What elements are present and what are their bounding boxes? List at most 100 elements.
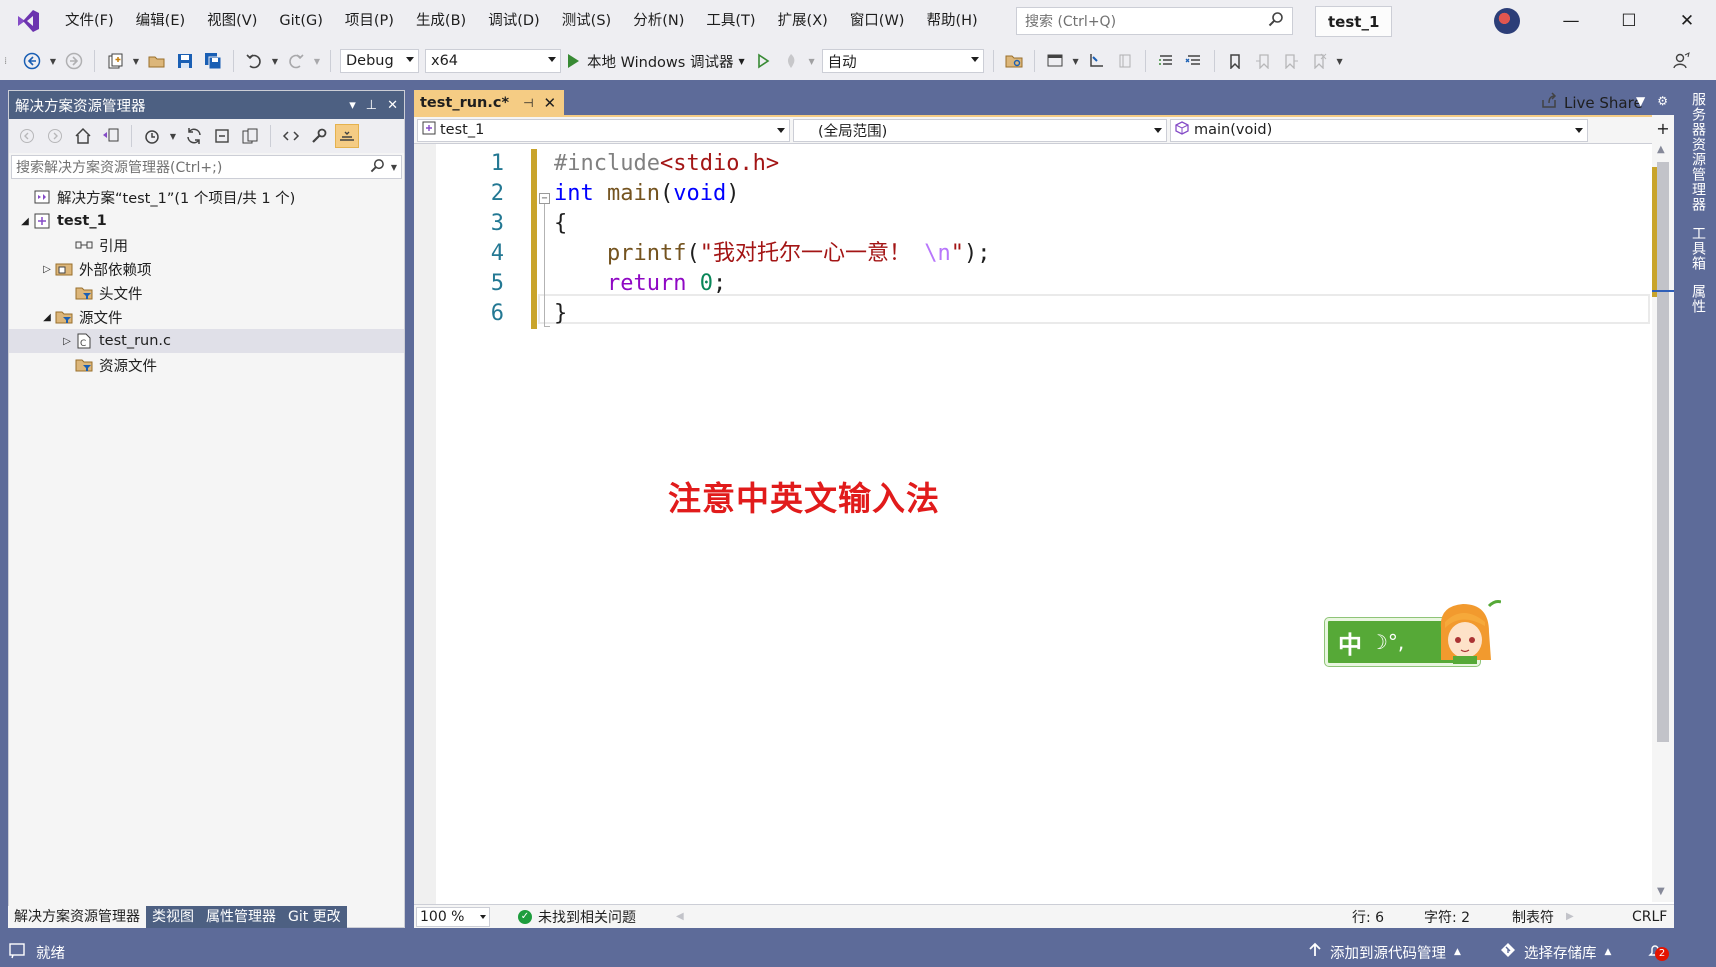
split-editor-icon[interactable]: + [1652,115,1674,142]
auto-select[interactable]: 自动 [821,49,984,73]
toolbar-overflow-icon[interactable]: ▼ [1335,49,1345,73]
uncomment-lines-icon[interactable] [1182,49,1206,73]
ime-status-widget[interactable]: 中 ☽°, [1325,598,1510,668]
tree-item-1[interactable]: ◢ test_1 [9,209,404,233]
tree-item-7[interactable]: 资源文件 [9,353,404,377]
window-layout-icon[interactable] [1043,49,1067,73]
search-options-dropdown-icon[interactable]: ▼ [391,163,397,172]
menu-item-0[interactable]: 文件(F) [54,0,125,42]
view-code-icon[interactable] [279,124,303,148]
menu-item-9[interactable]: 工具(T) [695,0,766,42]
code-line[interactable]: 4 printf("我对托尔一心一意！ \n"); [414,239,1650,269]
outlining-collapse-icon[interactable]: − [539,193,550,204]
search-input[interactable]: 搜索 (Ctrl+Q) [1016,7,1293,35]
undo-icon[interactable] [242,49,266,73]
menu-item-2[interactable]: 视图(V) [196,0,268,42]
tree-item-5[interactable]: ◢ 源文件 [9,305,404,329]
properties-tab[interactable]: 属性 [1688,284,1708,314]
visual-studio-logo-icon[interactable] [14,7,42,35]
zoom-select[interactable]: 100 % [416,906,490,927]
pin-tab-icon[interactable]: ⊣ [523,96,533,110]
comment-lines-icon[interactable] [1154,49,1178,73]
menu-item-1[interactable]: 编辑(E) [125,0,196,42]
vertical-scrollbar[interactable]: ▲ ▼ [1652,142,1674,902]
menu-item-5[interactable]: 生成(B) [405,0,477,42]
step-into-icon[interactable] [1085,49,1109,73]
menu-item-3[interactable]: Git(G) [268,0,334,42]
tree-item-4[interactable]: 头文件 [9,281,404,305]
auto-hide-pin-icon[interactable]: ⊥ [366,98,377,113]
dropdown-arrow-icon[interactable]: ▼ [270,49,280,73]
code-line[interactable]: 6} [414,299,1650,329]
add-to-source-control-button[interactable]: 添加到源代码管理 ▲ [1308,942,1461,963]
menu-item-8[interactable]: 分析(N) [622,0,695,42]
switch-views-icon[interactable] [99,124,123,148]
tree-item-6[interactable]: ▷ Ctest_run.c [9,329,404,353]
feedback-person-icon[interactable] [1670,49,1694,73]
panel-tab-1[interactable]: 类视图 [146,906,200,928]
code-line[interactable]: 5 return 0; [414,269,1650,299]
project-nav-select[interactable]: test_1 [417,118,790,142]
expand-toggle-icon[interactable]: ◢ [39,312,55,323]
menu-item-7[interactable]: 测试(S) [551,0,623,42]
dropdown-arrow-icon[interactable]: ▼ [168,124,178,148]
menu-item-4[interactable]: 项目(P) [334,0,405,42]
scroll-left-icon[interactable]: ◀ [676,911,684,922]
close-window-button[interactable]: ✕ [1658,0,1716,42]
settings-gear-icon[interactable]: ⚙ [1657,94,1668,108]
scroll-right-icon[interactable]: ▶ [1566,911,1574,922]
scrollbar-thumb[interactable] [1657,162,1669,742]
dropdown-arrow-icon[interactable]: ▼ [48,49,58,73]
document-tab-test-run[interactable]: test_run.c* ⊣ ✕ [414,90,565,115]
new-item-icon[interactable] [103,49,127,73]
dropdown-arrow-icon[interactable]: ▼ [1071,49,1081,73]
expand-toggle-icon[interactable]: ◢ [17,216,33,227]
panel-tab-3[interactable]: Git 更改 [282,906,347,928]
menu-item-10[interactable]: 扩展(X) [767,0,839,42]
code-text-area[interactable]: 1 #include<stdio.h> 2 int main(void) 3{4 pri… [414,144,1650,904]
notifications-button[interactable]: 2 [1646,942,1669,962]
sync-icon[interactable] [182,124,206,148]
solution-search-input[interactable]: 搜索解决方案资源管理器(Ctrl+;) ▼ [11,155,402,179]
scroll-down-icon[interactable]: ▼ [1657,886,1665,897]
code-line[interactable]: 1 #include<stdio.h> [414,149,1650,179]
show-all-files-icon[interactable] [238,124,262,148]
line-ending-indicator[interactable]: CRLF [1632,909,1667,925]
account-avatar[interactable] [1494,8,1520,34]
pending-changes-filter-icon[interactable] [140,124,164,148]
toolbox-tab[interactable]: 工具箱 [1688,226,1708,271]
platform-select[interactable]: x64 [425,49,561,73]
properties-wrench-icon[interactable] [307,124,331,148]
open-folder-icon[interactable] [145,49,169,73]
scroll-up-icon[interactable]: ▲ [1657,144,1665,155]
panel-tab-0[interactable]: 解决方案资源管理器 [8,906,146,928]
preview-selected-items-icon[interactable] [335,124,359,148]
code-line[interactable]: 2 int main(void) [414,179,1650,209]
panel-tab-2[interactable]: 属性管理器 [200,906,282,928]
close-panel-icon[interactable]: ✕ [387,98,398,113]
maximize-button[interactable]: ☐ [1600,0,1658,42]
start-without-debugging-icon[interactable] [751,49,775,73]
configuration-select[interactable]: Debug [340,49,419,73]
indent-mode-indicator[interactable]: 制表符 [1512,907,1554,927]
dropdown-arrow-icon[interactable]: ▼ [131,49,141,73]
tree-item-2[interactable]: 引用 [9,233,404,257]
member-nav-select[interactable]: main(void) [1170,118,1588,142]
expand-toggle-icon[interactable]: ▷ [39,264,55,275]
save-icon[interactable] [173,49,197,73]
browse-folder-icon[interactable] [1002,49,1026,73]
save-all-icon[interactable] [201,49,225,73]
menu-item-11[interactable]: 窗口(W) [839,0,916,42]
panel-options-icon[interactable]: ▾ [349,98,356,113]
line-indicator[interactable]: 行: 6 [1352,907,1384,927]
issues-indicator[interactable]: ✓ 未找到相关问题 [518,907,636,927]
expand-toggle-icon[interactable]: ▷ [59,336,75,347]
select-repository-button[interactable]: 选择存储库 ▲ [1500,942,1611,963]
menu-item-12[interactable]: 帮助(H) [915,0,988,42]
code-line[interactable]: 3{ [414,209,1650,239]
start-debugging-button[interactable]: 本地 Windows 调试器 ▼ [568,51,745,72]
server-explorer-tab[interactable]: 服务器资源管理器 [1688,92,1708,212]
home-icon[interactable] [71,124,95,148]
menu-item-6[interactable]: 调试(D) [477,0,550,42]
navigate-back-icon[interactable] [20,49,44,73]
